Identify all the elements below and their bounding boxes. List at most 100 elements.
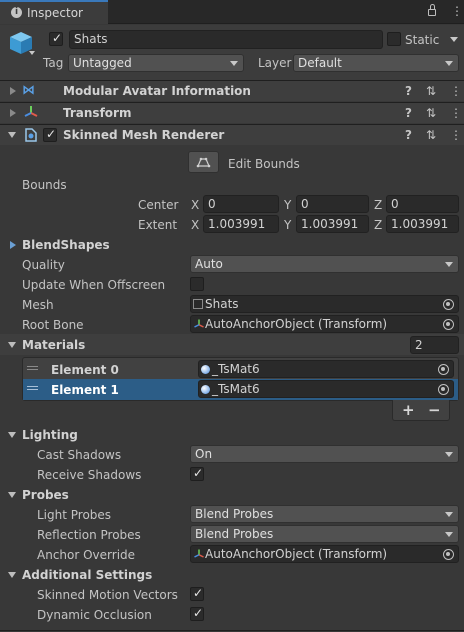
edit-bounds-label: Edit Bounds: [228, 157, 300, 171]
tag-value: Untagged: [73, 56, 132, 70]
transform-icon: [194, 549, 204, 558]
extent-x-field[interactable]: 1.003991: [203, 215, 279, 233]
material-element-field[interactable]: _TsMat6: [198, 360, 454, 378]
icon-dropdown-arrow-icon[interactable]: [29, 51, 35, 55]
chevron-down-icon: [445, 262, 453, 267]
help-icon[interactable]: ?: [405, 84, 412, 98]
active-checkbox[interactable]: ✓: [49, 31, 63, 46]
material-element-label: Element 0: [51, 363, 119, 377]
edit-bounds-button[interactable]: [188, 151, 219, 173]
rootbone-field[interactable]: AutoAnchorObject (Transform): [190, 315, 459, 333]
material-element-value: _TsMat6: [212, 362, 260, 376]
edit-bounds-icon: [196, 157, 211, 168]
update-offscreen-checkbox[interactable]: [190, 277, 204, 291]
object-picker-icon[interactable]: [443, 319, 454, 330]
light-probes-dropdown[interactable]: Blend Probes: [190, 505, 459, 523]
layer-dropdown[interactable]: Default: [293, 54, 459, 72]
bottom-divider: [0, 630, 464, 631]
material-element-value: _TsMat6: [212, 382, 260, 396]
center-x-field[interactable]: 0: [203, 195, 279, 213]
dynamic-occlusion-checkbox[interactable]: ✓: [190, 606, 204, 621]
help-icon[interactable]: ?: [405, 128, 412, 142]
foldout-arrow-icon[interactable]: [8, 132, 16, 138]
component-menu-icon[interactable]: ⋮: [450, 128, 462, 142]
mesh-value: Shats: [205, 297, 239, 311]
object-picker-icon[interactable]: [438, 384, 449, 395]
lighting-foldout[interactable]: Lighting: [22, 427, 78, 443]
object-picker-icon[interactable]: [438, 364, 449, 375]
skinned-motion-checkbox[interactable]: ✓: [190, 586, 204, 601]
add-element-button[interactable]: +: [402, 402, 415, 418]
dynamic-occlusion-label: Dynamic Occlusion: [37, 608, 152, 622]
probes-foldout[interactable]: Probes: [22, 487, 69, 503]
materials-count-field[interactable]: 2: [410, 336, 459, 354]
foldout-arrow-icon[interactable]: [10, 109, 16, 117]
smr-enabled-checkbox[interactable]: ✓: [43, 127, 57, 142]
mesh-field[interactable]: Shats: [190, 295, 459, 313]
light-probes-label: Light Probes: [37, 508, 112, 522]
static-label: Static: [405, 33, 440, 47]
skinned-mesh-icon: [23, 127, 39, 143]
foldout-arrow-icon[interactable]: [10, 241, 16, 249]
preset-icon[interactable]: ⇅: [426, 106, 436, 120]
bounds-label: Bounds: [22, 178, 67, 192]
center-y-field[interactable]: 0: [296, 195, 369, 213]
reflection-probes-dropdown[interactable]: Blend Probes: [190, 525, 459, 543]
foldout-arrow-icon[interactable]: [8, 342, 16, 348]
object-picker-icon[interactable]: [443, 299, 454, 310]
quality-value: Auto: [195, 257, 223, 271]
foldout-arrow-icon[interactable]: [8, 572, 16, 578]
static-checkbox[interactable]: [387, 32, 401, 46]
tag-dropdown[interactable]: Untagged: [68, 54, 244, 72]
quality-label: Quality: [22, 258, 65, 272]
anchor-override-label: Anchor Override: [37, 548, 136, 562]
object-picker-icon[interactable]: [443, 549, 454, 560]
component-menu-icon[interactable]: ⋮: [450, 106, 462, 120]
additional-settings-foldout[interactable]: Additional Settings: [22, 567, 152, 583]
material-sphere-icon: [201, 385, 210, 394]
list-footer: [392, 400, 450, 421]
extent-z-field[interactable]: 1.003991: [386, 215, 459, 233]
center-label: Center: [138, 198, 179, 212]
anchor-override-field[interactable]: AutoAnchorObject (Transform): [190, 545, 459, 563]
foldout-arrow-icon[interactable]: [8, 432, 16, 438]
preset-icon[interactable]: ⇅: [426, 84, 436, 98]
blendshapes-foldout[interactable]: BlendShapes: [22, 237, 110, 253]
extent-y-field[interactable]: 1.003991: [296, 215, 369, 233]
modular-avatar-icon: ⋈: [22, 83, 35, 98]
extent-x-label: X: [191, 218, 200, 232]
foldout-arrow-icon[interactable]: [10, 87, 16, 95]
extent-y-label: Y: [284, 218, 292, 232]
foldout-arrow-icon[interactable]: [8, 492, 16, 498]
extent-label: Extent: [138, 218, 178, 232]
chevron-down-icon: [445, 61, 453, 66]
reflection-probes-value: Blend Probes: [195, 527, 274, 541]
extent-z-label: Z: [374, 218, 383, 232]
gameobject-name-field[interactable]: Shats: [69, 30, 383, 49]
light-probes-value: Blend Probes: [195, 507, 274, 521]
kebab-menu-icon[interactable]: ⋮: [451, 4, 463, 18]
chevron-down-icon: [445, 452, 453, 457]
material-sphere-icon: [201, 365, 210, 374]
static-dropdown-arrow-icon[interactable]: [450, 37, 458, 42]
preset-icon[interactable]: ⇅: [426, 128, 436, 142]
receive-shadows-checkbox[interactable]: ✓: [190, 466, 204, 481]
chevron-down-icon: [230, 61, 238, 66]
drag-handle-icon[interactable]: [27, 366, 38, 370]
remove-element-button[interactable]: −: [428, 402, 441, 418]
help-icon[interactable]: ?: [405, 106, 412, 120]
skinned-motion-label: Skinned Motion Vectors: [37, 588, 178, 602]
component-menu-icon[interactable]: ⋮: [450, 84, 462, 98]
quality-dropdown[interactable]: Auto: [190, 255, 459, 273]
component-title-avatar: Modular Avatar Information: [63, 84, 251, 98]
tag-label: Tag: [43, 56, 64, 70]
center-x-label: X: [191, 198, 200, 212]
material-element-label: Element 1: [51, 383, 119, 397]
center-z-field[interactable]: 0: [386, 195, 459, 213]
material-element-field[interactable]: _TsMat6: [198, 380, 454, 398]
cast-shadows-label: Cast Shadows: [37, 448, 122, 462]
rootbone-label: Root Bone: [22, 318, 84, 332]
drag-handle-icon[interactable]: [27, 386, 38, 390]
cast-shadows-dropdown[interactable]: On: [190, 445, 459, 463]
lock-icon[interactable]: [428, 9, 436, 16]
